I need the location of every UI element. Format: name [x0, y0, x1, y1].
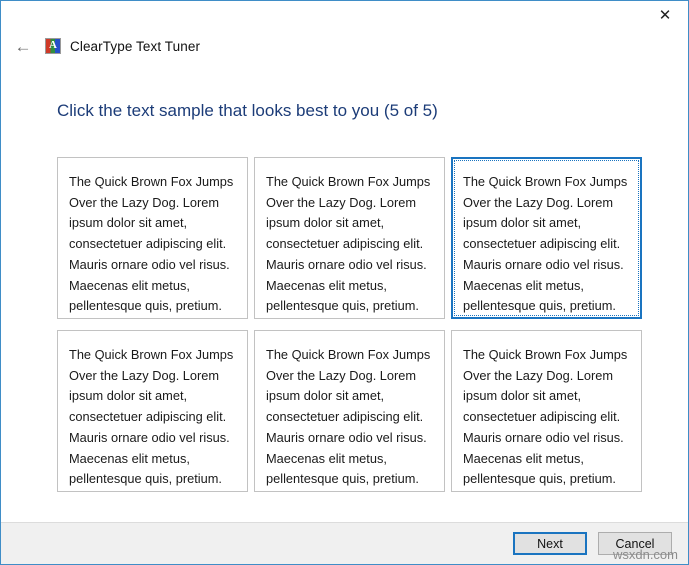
text-sample-option-4[interactable]: The Quick Brown Fox Jumps Over the Lazy …: [57, 330, 248, 492]
cleartype-icon-glyph: A: [49, 39, 57, 51]
close-icon[interactable]: ✕: [642, 1, 688, 29]
text-sample-option-2[interactable]: The Quick Brown Fox Jumps Over the Lazy …: [254, 157, 445, 319]
text-sample-body: The Quick Brown Fox Jumps Over the Lazy …: [266, 347, 431, 487]
text-sample-body: The Quick Brown Fox Jumps Over the Lazy …: [266, 174, 431, 314]
instruction-heading: Click the text sample that looks best to…: [57, 101, 438, 120]
title-bar: ✕: [1, 1, 688, 29]
cleartype-tuner-window: ✕ ← A ClearType Text Tuner Click the tex…: [0, 0, 689, 565]
back-arrow-icon[interactable]: ←: [10, 33, 36, 59]
app-header: ← A ClearType Text Tuner: [1, 29, 688, 63]
text-sample-option-1[interactable]: The Quick Brown Fox Jumps Over the Lazy …: [57, 157, 248, 319]
cleartype-icon: A: [45, 38, 61, 54]
text-sample-body: The Quick Brown Fox Jumps Over the Lazy …: [69, 347, 234, 487]
text-sample-body: The Quick Brown Fox Jumps Over the Lazy …: [463, 347, 628, 487]
text-sample-option-5[interactable]: The Quick Brown Fox Jumps Over the Lazy …: [254, 330, 445, 492]
footer-bar: Next Cancel wsxdn.com: [1, 522, 688, 564]
text-sample-body: The Quick Brown Fox Jumps Over the Lazy …: [69, 174, 234, 314]
text-sample-grid: The Quick Brown Fox Jumps Over the Lazy …: [57, 157, 642, 492]
text-sample-option-6[interactable]: The Quick Brown Fox Jumps Over the Lazy …: [451, 330, 642, 492]
text-sample-body: The Quick Brown Fox Jumps Over the Lazy …: [463, 174, 628, 314]
text-sample-option-3[interactable]: The Quick Brown Fox Jumps Over the Lazy …: [451, 157, 642, 319]
next-button[interactable]: Next: [513, 532, 587, 555]
content-area: Click the text sample that looks best to…: [1, 63, 688, 522]
page-title: ClearType Text Tuner: [70, 38, 201, 54]
cancel-button[interactable]: Cancel: [598, 532, 672, 555]
